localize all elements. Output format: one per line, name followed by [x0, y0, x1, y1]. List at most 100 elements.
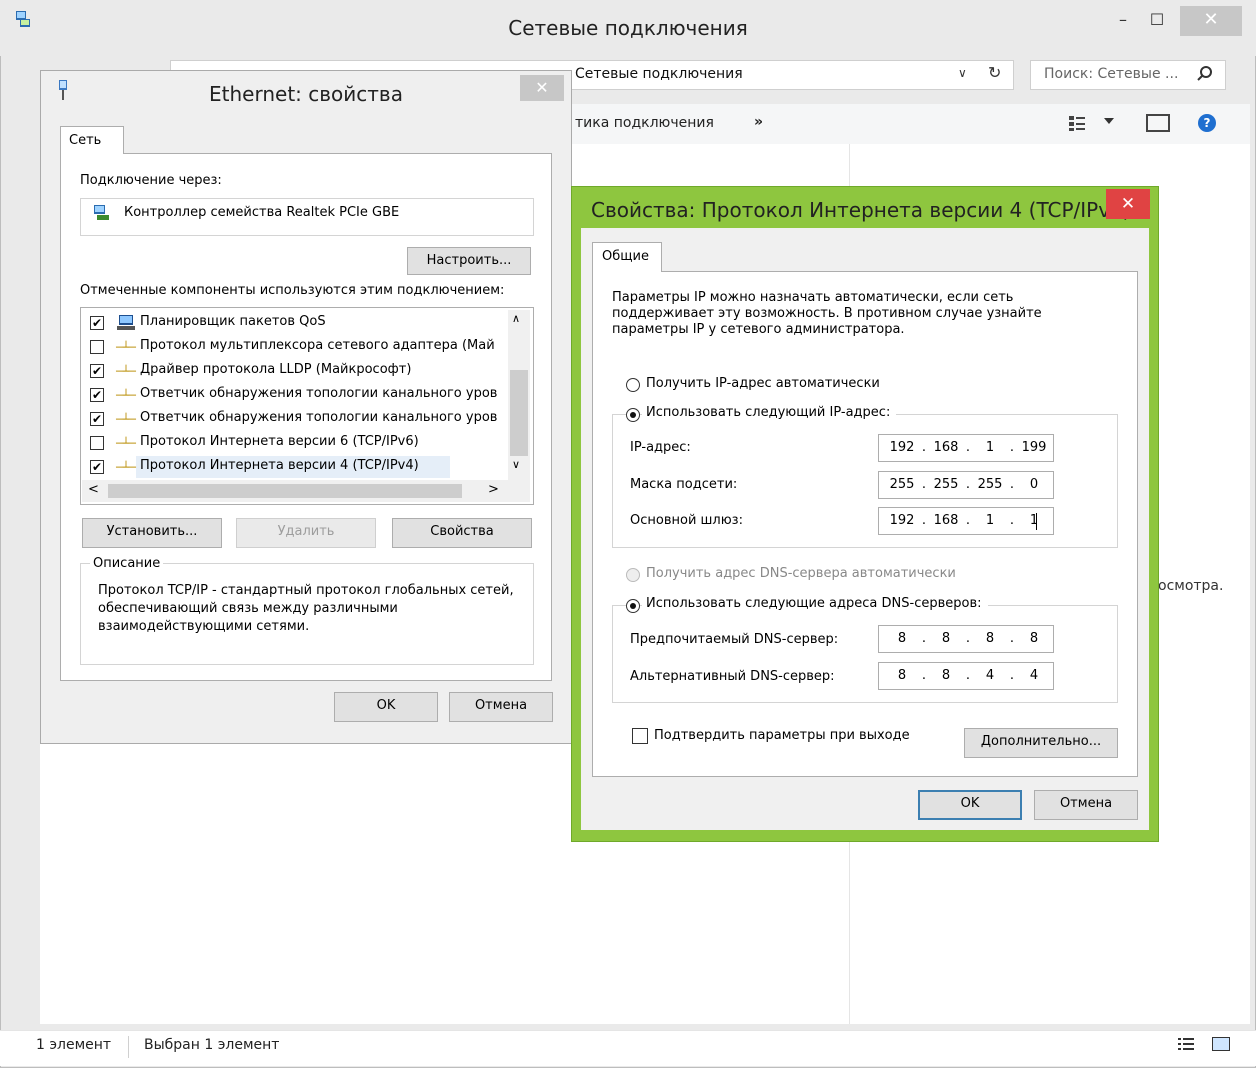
ipv4-close-button[interactable]: ✕ [1106, 189, 1150, 219]
details-view-icon[interactable] [1178, 1037, 1194, 1051]
component-checkbox[interactable]: ✔ [90, 364, 104, 378]
ethernet-ok-button[interactable]: OK [334, 692, 438, 722]
tab-general[interactable]: Общие [592, 242, 662, 272]
pref-dns-octet-3[interactable]: 8 [975, 631, 1005, 646]
chevron-down-icon[interactable]: ∨ [512, 458, 520, 471]
text-cursor [1036, 513, 1037, 530]
vertical-scroll-thumb[interactable] [510, 370, 528, 456]
component-label: Протокол Интернета версии 6 (TCP/IPv6) [140, 434, 419, 449]
component-checkbox[interactable]: ✔ [90, 412, 104, 426]
alt-dns-octet-2[interactable]: 8 [931, 668, 961, 683]
ip-dot: . [965, 513, 971, 528]
ipv4-dialog-title: Свойства: Протокол Интернета версии 4 (T… [591, 198, 1131, 222]
list-item[interactable]: ─┴─ Протокол Интернета версии 6 (TCP/IPv… [90, 432, 510, 454]
validate-on-exit-label[interactable]: Подтвердить параметры при выходе [654, 728, 910, 743]
alt-dns-octet-1[interactable]: 8 [887, 668, 917, 683]
ip-octet-1[interactable]: 192 [887, 440, 917, 455]
auto-ip-radio[interactable] [626, 378, 640, 392]
remove-button[interactable]: Удалить [236, 518, 376, 548]
manual-dns-radio[interactable] [626, 599, 640, 613]
component-checkbox[interactable] [90, 436, 104, 450]
validate-on-exit-checkbox[interactable] [632, 728, 648, 744]
ip-dot: . [921, 477, 927, 492]
ipv4-ok-button[interactable]: OK [918, 790, 1022, 820]
configure-button[interactable]: Настроить... [407, 247, 531, 275]
adapter-name: Контроллер семейства Realtek PCIe GBE [124, 205, 400, 220]
gateway-octet-1[interactable]: 192 [887, 513, 917, 528]
ip-address-field[interactable]: 192 . 168 . 1 . 199 [878, 434, 1054, 462]
gateway-field[interactable]: 192 . 168 . 1 . 1 [878, 507, 1054, 535]
component-label: Планировщик пакетов QoS [140, 314, 326, 329]
component-checkbox[interactable]: ✔ [90, 388, 104, 402]
description-text: Протокол TCP/IP - стандартный протокол г… [98, 583, 514, 634]
list-item[interactable]: ✔ Планировщик пакетов QoS [90, 312, 510, 334]
alternate-dns-field[interactable]: 8 . 8 . 4 . 4 [878, 662, 1054, 690]
component-checkbox[interactable]: ✔ [90, 316, 104, 330]
list-item[interactable]: ✔ ─┴─ Протокол Интернета версии 4 (TCP/I… [90, 456, 510, 478]
refresh-icon[interactable]: ↻ [988, 63, 1001, 82]
manual-dns-label[interactable]: Использовать следующие адреса DNS-сервер… [642, 596, 988, 611]
auto-ip-label[interactable]: Получить IP-адрес автоматически [646, 376, 880, 391]
properties-button[interactable]: Свойства [392, 518, 532, 548]
list-item[interactable]: ✔ ─┴─ Ответчик обнаружения топологии кан… [90, 408, 510, 430]
tab-network[interactable]: Сеть [60, 126, 124, 154]
help-icon[interactable]: ? [1198, 114, 1216, 132]
explorer-title: Сетевые подключения [508, 16, 748, 40]
search-icon[interactable] [1196, 65, 1214, 83]
view-options-caret-icon[interactable] [1104, 118, 1114, 124]
horizontal-scroll-thumb[interactable] [108, 484, 462, 498]
advanced-button[interactable]: Дополнительно... [964, 728, 1118, 758]
subnet-mask-field[interactable]: 255 . 255 . 255 . 0 [878, 471, 1054, 499]
ip-octet-3[interactable]: 1 [975, 440, 1005, 455]
ethernet-cancel-button[interactable]: Отмена [449, 692, 553, 722]
ip-octet-2[interactable]: 168 [931, 440, 961, 455]
command-view-status[interactable]: тика подключения [575, 115, 714, 131]
gateway-octet-3[interactable]: 1 [975, 513, 1005, 528]
status-item-count: 1 элемент [36, 1037, 112, 1053]
alt-dns-octet-4[interactable]: 4 [1019, 668, 1049, 683]
list-item[interactable]: ✔ ─┴─ Ответчик обнаружения топологии кан… [90, 384, 510, 406]
preview-pane-icon[interactable] [1146, 114, 1170, 132]
mask-octet-4[interactable]: 0 [1019, 477, 1049, 492]
minimize-button[interactable]: – [1108, 6, 1138, 36]
chevron-up-icon[interactable]: ∧ [512, 312, 520, 325]
mask-octet-3[interactable]: 255 [975, 477, 1005, 492]
ethernet-close-button[interactable]: ✕ [520, 75, 564, 101]
pref-dns-octet-2[interactable]: 8 [931, 631, 961, 646]
protocol-icon: ─┴─ [116, 389, 136, 402]
preferred-dns-field[interactable]: 8 . 8 . 8 . 8 [878, 625, 1054, 653]
maximize-button[interactable]: ☐ [1142, 6, 1172, 36]
large-icons-view-icon[interactable] [1212, 1037, 1230, 1051]
list-item[interactable]: ✔ ─┴─ Драйвер протокола LLDP (Майкрософт… [90, 360, 510, 382]
mask-octet-2[interactable]: 255 [931, 477, 961, 492]
gateway-octet-2[interactable]: 168 [931, 513, 961, 528]
component-label: Ответчик обнаружения топологии канальног… [140, 386, 498, 401]
manual-ip-label[interactable]: Использовать следующий IP-адрес: [642, 405, 897, 420]
ip-dot: . [965, 440, 971, 455]
chevron-down-icon[interactable]: ∨ [958, 66, 967, 80]
network-adapter-icon [94, 205, 109, 220]
component-checkbox[interactable] [90, 340, 104, 354]
auto-dns-radio[interactable] [626, 568, 640, 582]
ip-dot: . [921, 631, 927, 646]
ipv4-cancel-button[interactable]: Отмена [1034, 790, 1138, 820]
install-button[interactable]: Установить... [82, 518, 222, 548]
auto-dns-label[interactable]: Получить адрес DNS-сервера автоматически [646, 566, 956, 581]
manual-ip-radio[interactable] [626, 408, 640, 422]
close-button[interactable]: ✕ [1180, 6, 1242, 36]
command-more[interactable]: » [754, 114, 763, 130]
pref-dns-octet-1[interactable]: 8 [887, 631, 917, 646]
gateway-octet-4[interactable]: 1 [1019, 513, 1049, 528]
component-checkbox[interactable]: ✔ [90, 460, 104, 474]
protocol-icon: ─┴─ [116, 413, 136, 426]
chevron-right-icon[interactable]: > [488, 482, 499, 497]
mask-octet-1[interactable]: 255 [887, 477, 917, 492]
ip-octet-4[interactable]: 199 [1019, 440, 1049, 455]
address-current-location[interactable]: Сетевые подключения [575, 66, 743, 82]
change-view-icon[interactable] [1068, 114, 1086, 132]
chevron-left-icon[interactable]: < [88, 482, 99, 497]
component-label: Протокол Интернета версии 4 (TCP/IPv4) [140, 458, 419, 473]
list-item[interactable]: ─┴─ Протокол мультиплексора сетевого ада… [90, 336, 510, 358]
pref-dns-octet-4[interactable]: 8 [1019, 631, 1049, 646]
alt-dns-octet-3[interactable]: 4 [975, 668, 1005, 683]
